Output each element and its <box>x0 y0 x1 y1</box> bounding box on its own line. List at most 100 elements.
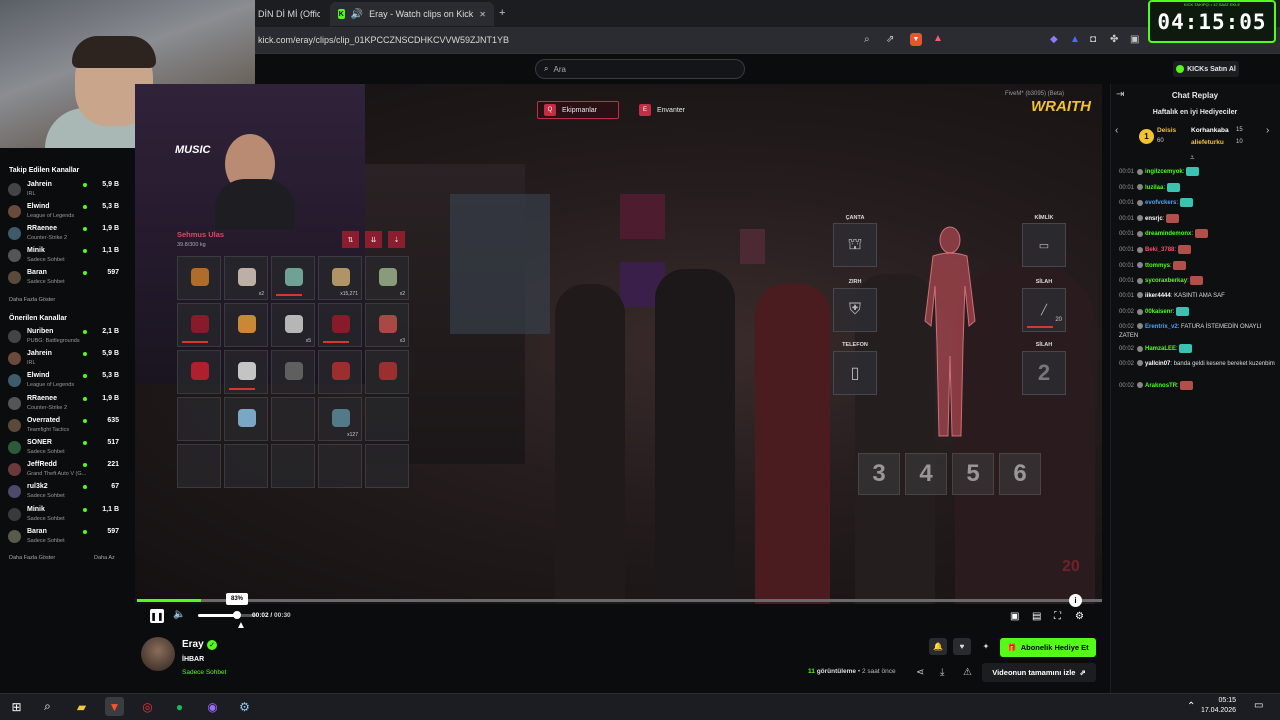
gifters-next-icon[interactable]: › <box>1266 125 1269 136</box>
watch-full-video-button[interactable]: Videonun tamamını izle ⇗ <box>982 663 1096 682</box>
gift-subscription-button[interactable]: 🎁 Abonelik Hediye Et <box>1000 638 1096 657</box>
channel-list-item[interactable]: Overrated Teamfight Tactics 635 <box>8 416 133 438</box>
fullscreen-icon[interactable]: ⛶ <box>1054 611 1061 622</box>
tab-equipment[interactable]: Q Ekipmanlar <box>537 101 619 119</box>
extensions-puzzle-icon[interactable]: ✤ <box>1110 34 1118 45</box>
channel-list-item[interactable]: RRaenee Counter-Strike 2 1,9 B <box>8 394 133 416</box>
pinned-icon[interactable]: ⩡ <box>1190 153 1195 163</box>
tab-inventory[interactable]: E Envanter <box>633 101 713 119</box>
pause-button[interactable]: ❚❚ <box>150 609 164 623</box>
pip-icon[interactable]: ▣ <box>1010 611 1019 622</box>
gifter-name[interactable]: aliefeturku <box>1191 139 1224 146</box>
filter-button[interactable]: ⇣ <box>388 231 405 248</box>
channel-name[interactable]: Eray <box>182 639 204 650</box>
steam-icon[interactable]: ⚙ <box>235 697 254 716</box>
gifters-prev-icon[interactable]: ‹ <box>1115 125 1118 136</box>
inventory-slot[interactable] <box>271 256 315 300</box>
inventory-slot[interactable]: x2 <box>365 256 409 300</box>
inventory-slot[interactable] <box>271 444 315 488</box>
report-icon[interactable]: ⚠ <box>963 667 972 678</box>
sparkle-button[interactable]: ✦ <box>977 638 995 655</box>
brave-rewards-icon[interactable]: ▲ <box>933 33 943 44</box>
channel-list-item[interactable]: Minik Sadece Sohbet 1,1 B <box>8 246 133 268</box>
volume-knob[interactable] <box>233 611 241 619</box>
show-more-followed[interactable]: Daha Fazla Göster <box>9 297 55 303</box>
show-less-button[interactable]: Daha Az <box>94 555 115 561</box>
chat-username[interactable]: Erentrix_v2 <box>1145 324 1178 330</box>
sort-button[interactable]: ⇊ <box>365 231 382 248</box>
inventory-slot[interactable]: x3 <box>365 303 409 347</box>
share-icon[interactable]: ⇗ <box>886 34 894 45</box>
notification-bell-button[interactable]: 🔔 <box>929 638 947 655</box>
zoom-icon[interactable]: ⌕ <box>864 34 870 45</box>
info-icon[interactable]: i <box>1069 594 1082 607</box>
channel-list-item[interactable]: JeffRedd Grand Theft Auto V (G... 221 <box>8 460 133 482</box>
inventory-slot[interactable] <box>224 350 268 394</box>
inventory-slot[interactable] <box>365 444 409 488</box>
channel-list-item[interactable]: rul3k2 Sadece Sohbet 67 <box>8 482 133 504</box>
weapon-slot-2[interactable]: 2 <box>1022 351 1066 395</box>
channel-list-item[interactable]: Nuriben PUBG: Battlegrounds 2,1 B <box>8 327 133 349</box>
inventory-slot[interactable] <box>271 350 315 394</box>
volume-icon[interactable]: 🔈 <box>173 609 185 620</box>
chat-username[interactable]: sycoraxberkay <box>1145 278 1187 284</box>
settings-icon[interactable]: ⚙ <box>1075 611 1084 622</box>
browser-tab-music[interactable]: DİN Dİ Mİ (Official <box>250 2 328 26</box>
system-clock[interactable]: 05:15 17.04.2026 <box>1196 696 1236 716</box>
chat-username[interactable]: ingilzcemyok <box>1145 169 1183 175</box>
channel-list-item[interactable]: Elwind League of Legends 5,3 B <box>8 202 133 224</box>
share-icon[interactable]: ⋖ <box>916 667 924 678</box>
search-icon[interactable]: ⌕ <box>38 697 57 716</box>
channel-avatar[interactable] <box>141 637 175 671</box>
new-tab-button[interactable]: + <box>499 7 505 19</box>
close-tab-icon[interactable]: ✕ <box>479 10 486 19</box>
inventory-slot[interactable] <box>365 397 409 441</box>
weapon-slot-1[interactable]: ╱ 20 <box>1022 288 1066 332</box>
search-input[interactable]: ⌕ Ara <box>535 59 745 79</box>
channel-list-item[interactable]: SONER Sadece Sohbet 517 <box>8 438 133 460</box>
vpn-icon[interactable]: ▲ <box>1070 34 1080 45</box>
chat-username[interactable]: 00kaisenr <box>1145 309 1173 315</box>
url-field[interactable]: kick.com/eray/clips/clip_01KPCCZNSCDHKCV… <box>258 35 509 45</box>
inventory-slot[interactable] <box>224 397 268 441</box>
tray-chevron-icon[interactable]: ⌃ <box>1187 701 1195 712</box>
inventory-slot[interactable]: x2 <box>224 256 268 300</box>
chat-username[interactable]: AraknosTR <box>1145 383 1177 389</box>
spotify-icon[interactable]: ● <box>170 697 189 716</box>
inventory-slot[interactable] <box>177 350 221 394</box>
inventory-slot[interactable]: x5 <box>271 303 315 347</box>
extension-icon[interactable]: ◆ <box>1050 34 1058 45</box>
inventory-slot[interactable]: x127 <box>318 397 362 441</box>
notification-icon[interactable]: ▭ <box>1254 700 1263 711</box>
chat-username[interactable]: Beki_3788 <box>1145 247 1174 253</box>
channel-list-item[interactable]: Minik Sadece Sohbet 1,1 B <box>8 505 133 527</box>
inventory-slot[interactable]: x15,271 <box>318 256 362 300</box>
hotkey-slot[interactable]: 4 <box>905 453 947 495</box>
chat-username[interactable]: ttommys <box>1145 263 1170 269</box>
chat-username[interactable]: ensrjc <box>1145 216 1163 222</box>
inventory-slot[interactable] <box>177 256 221 300</box>
hotkey-slot[interactable]: 6 <box>999 453 1041 495</box>
channel-list-item[interactable]: Elwind League of Legends 5,3 B <box>8 371 133 393</box>
brave-browser-icon[interactable]: ▼ <box>105 697 124 716</box>
channel-list-item[interactable]: Jahrein IRL 5,9 B <box>8 180 133 202</box>
inventory-slot[interactable] <box>224 444 268 488</box>
gifter-name[interactable]: Korhankaba <box>1191 127 1229 134</box>
inventory-slot[interactable] <box>177 397 221 441</box>
download-icon[interactable]: ⤓ <box>940 667 944 678</box>
show-more-recommended[interactable]: Daha Fazla Göster <box>9 555 55 561</box>
brave-shield-icon[interactable]: ▼ <box>910 33 922 46</box>
sidebar-icon[interactable]: ▣ <box>1130 34 1139 45</box>
chat-username[interactable]: yallcin07 <box>1145 361 1170 367</box>
gifter-name[interactable]: Deisis <box>1157 127 1176 134</box>
chat-username[interactable]: HamzaLEE <box>1145 346 1176 352</box>
inventory-slot[interactable] <box>224 303 268 347</box>
phone-slot[interactable]: ▯ <box>833 351 877 395</box>
hotkey-slot[interactable]: 3 <box>858 453 900 495</box>
extension-icon[interactable]: ◘ <box>1090 34 1096 45</box>
channel-list-item[interactable]: Baran Sadece Sohbet 597 <box>8 527 133 549</box>
channel-list-item[interactable]: Jahrein IRL 5,9 B <box>8 349 133 371</box>
hotkey-slot[interactable]: 5 <box>952 453 994 495</box>
theater-mode-icon[interactable]: ▤ <box>1032 611 1041 622</box>
inventory-slot[interactable] <box>177 444 221 488</box>
